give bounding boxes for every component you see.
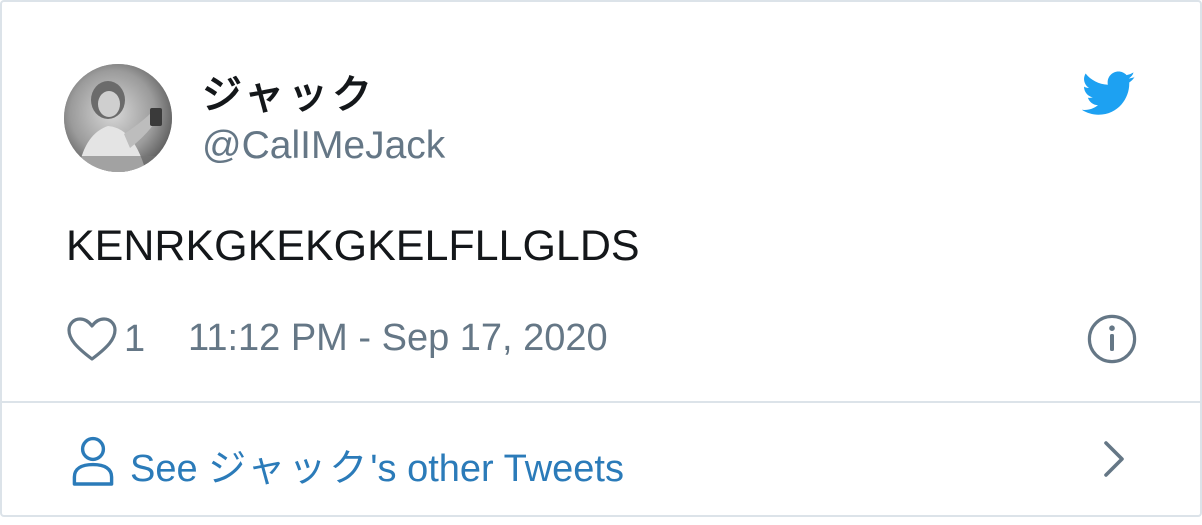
info-icon[interactable]: [1086, 313, 1138, 365]
tweet-timestamp[interactable]: 11:12 PM - Sep 17, 2020: [188, 317, 608, 360]
see-more-prefix: See: [130, 448, 209, 490]
heart-icon: [67, 317, 117, 361]
like-button[interactable]: 1: [66, 314, 145, 364]
chevron-right-icon[interactable]: [1100, 439, 1128, 479]
see-more-suffix: 's other Tweets: [370, 448, 624, 490]
see-other-tweets-label[interactable]: See ジャック's other Tweets: [130, 437, 624, 492]
tweet-text: KENRKGKEKGKELFLLGLDS: [66, 222, 640, 270]
tweet-card: ジャック @CalIMeJack KENRKGKEKGKELFLLGLDS 1 …: [0, 0, 1202, 517]
twitter-bird-icon[interactable]: [1081, 71, 1136, 117]
see-more-name: ジャック: [208, 446, 371, 490]
avatar[interactable]: [64, 64, 172, 172]
display-name[interactable]: ジャック: [202, 62, 376, 120]
like-count: 1: [124, 317, 146, 360]
user-handle[interactable]: @CalIMeJack: [202, 124, 445, 168]
avatar-photo: [64, 64, 172, 172]
person-icon: [72, 435, 114, 487]
